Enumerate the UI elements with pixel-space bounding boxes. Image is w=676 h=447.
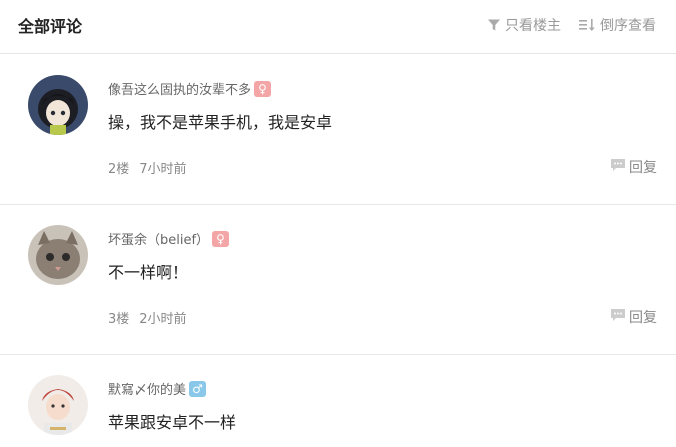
reply-button[interactable]: 回复 (610, 307, 657, 327)
reverse-order-button[interactable]: 倒序查看 (578, 15, 656, 35)
username[interactable]: 默寫〆你的美 ♂ (108, 379, 207, 398)
timestamp: 7小时前 (139, 162, 187, 177)
avatar[interactable] (28, 225, 88, 285)
comment-meta: 3楼 2小时前 (108, 308, 187, 327)
timestamp: 2小时前 (139, 312, 187, 327)
username-text: 默寫〆你的美 (108, 383, 187, 398)
reply-icon (610, 158, 626, 176)
reply-icon (610, 308, 626, 326)
reverse-order-label: 倒序查看 (600, 18, 656, 34)
username-text: 坏蛋余（belief） (108, 233, 210, 248)
comments-header: 全部评论 只看楼主 倒序查看 (0, 0, 676, 54)
female-icon: ♀ (254, 80, 272, 97)
floor-number: 3楼 (108, 312, 130, 327)
reply-label: 回复 (629, 160, 657, 176)
avatar[interactable] (28, 75, 88, 135)
reply-button[interactable]: 回复 (610, 157, 657, 177)
floor-number: 2楼 (108, 162, 130, 177)
username-text: 像吾这么固执的汝辈不多 (108, 83, 252, 98)
comment-content: 操，我不是苹果手机，我是安卓 (108, 113, 333, 132)
female-icon: ♀ (212, 230, 230, 247)
comment-content: 苹果跟安卓不一样 (108, 413, 237, 432)
only-op-filter-button[interactable]: 只看楼主 (487, 15, 561, 35)
filter-icon (487, 18, 501, 32)
male-icon: ♂ (189, 380, 207, 397)
comment-item: 默寫〆你的美 ♂ 苹果跟安卓不一样 (0, 355, 676, 447)
username[interactable]: 坏蛋余（belief） ♀ (108, 229, 230, 248)
comment-meta: 2楼 7小时前 (108, 158, 187, 177)
only-op-filter-label: 只看楼主 (505, 18, 561, 34)
avatar[interactable] (28, 375, 88, 435)
page-title: 全部评论 (18, 17, 83, 36)
reply-label: 回复 (629, 310, 657, 326)
comment-item: 坏蛋余（belief） ♀ 不一样啊！ 3楼 2小时前 回复 (0, 205, 676, 355)
username[interactable]: 像吾这么固执的汝辈不多 ♀ (108, 79, 272, 98)
comment-item: 像吾这么固执的汝辈不多 ♀ 操，我不是苹果手机，我是安卓 2楼 7小时前 回复 (0, 55, 676, 205)
sort-icon (578, 18, 596, 32)
comment-content: 不一样啊！ (108, 263, 189, 282)
